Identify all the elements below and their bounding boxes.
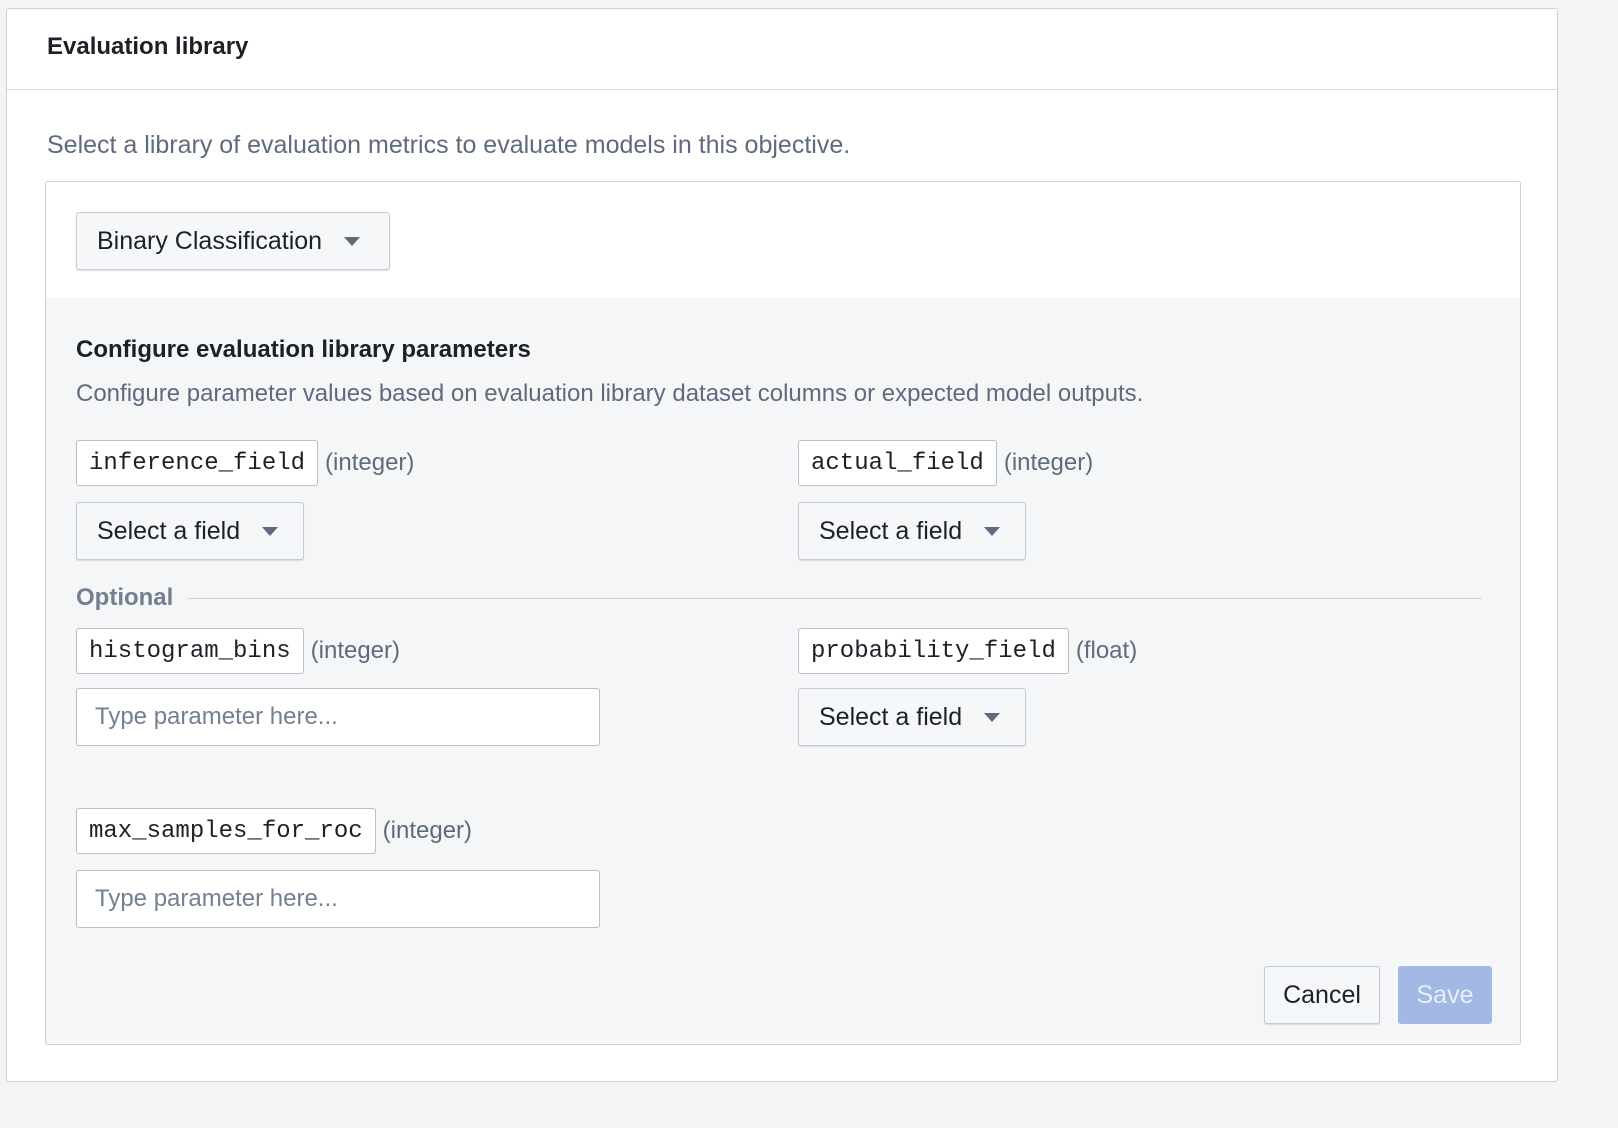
caret-down-icon — [344, 236, 361, 246]
inference-field-select[interactable]: Select a field — [76, 502, 304, 560]
param-name-tag: actual_field — [798, 440, 997, 486]
param-name-tag: max_samples_for_roc — [76, 808, 376, 854]
caret-down-icon — [984, 526, 1001, 536]
param-type-label: (integer) — [310, 637, 401, 664]
config-section-description: Configure parameter values based on eval… — [76, 380, 1144, 407]
param-inference-field: inference_field (integer) — [76, 440, 414, 486]
optional-label: Optional — [76, 584, 174, 611]
param-name-tag: probability_field — [798, 628, 1069, 674]
histogram-bins-input[interactable] — [76, 688, 600, 746]
evaluation-library-panel: Evaluation library Select a library of e… — [6, 8, 1558, 1082]
param-type-label: (integer) — [382, 817, 473, 844]
save-button[interactable]: Save — [1398, 966, 1492, 1024]
panel-description: Select a library of evaluation metrics t… — [47, 131, 851, 159]
library-select-area: Binary Classification — [46, 182, 1520, 298]
param-probability-field: probability_field (float) — [798, 628, 1137, 674]
panel-header: Evaluation library — [7, 9, 1557, 90]
actual-field-select[interactable]: Select a field — [798, 502, 1026, 560]
optional-divider — [188, 598, 1482, 599]
param-max-samples-for-roc: max_samples_for_roc (integer) — [76, 808, 472, 854]
cancel-button[interactable]: Cancel — [1264, 966, 1380, 1024]
param-name-tag: inference_field — [76, 440, 319, 486]
select-label: Select a field — [819, 516, 963, 545]
select-label: Select a field — [97, 516, 241, 545]
param-type-label: (integer) — [1003, 449, 1094, 476]
param-type-label: (float) — [1075, 637, 1138, 664]
param-actual-field: actual_field (integer) — [798, 440, 1093, 486]
param-name-tag: histogram_bins — [76, 628, 304, 674]
max-samples-for-roc-input[interactable] — [76, 870, 600, 928]
param-histogram-bins: histogram_bins (integer) — [76, 628, 400, 674]
caret-down-icon — [984, 712, 1001, 722]
library-dropdown[interactable]: Binary Classification — [76, 212, 390, 270]
library-dropdown-label: Binary Classification — [97, 226, 323, 255]
param-type-label: (integer) — [325, 449, 415, 476]
config-section-title: Configure evaluation library parameters — [76, 336, 531, 363]
select-label: Select a field — [819, 702, 963, 731]
probability-field-select[interactable]: Select a field — [798, 688, 1026, 746]
caret-down-icon — [262, 526, 279, 536]
library-card: Binary Classification Configure evaluati… — [45, 181, 1521, 1045]
panel-title: Evaluation library — [47, 33, 249, 60]
